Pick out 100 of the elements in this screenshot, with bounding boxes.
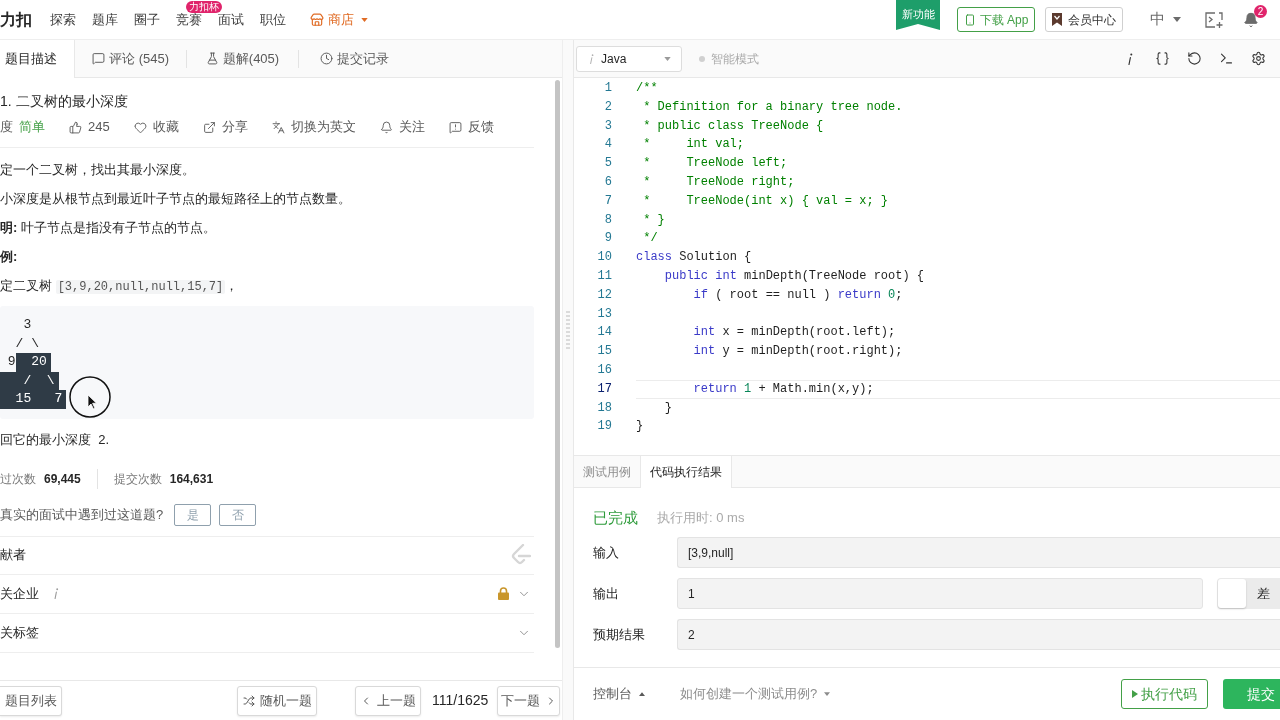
undo-icon[interactable] — [1187, 51, 1202, 66]
code-line: * TreeNode left; — [643, 155, 788, 173]
download-app-button[interactable]: 下载 App — [957, 7, 1035, 32]
console-toggle[interactable]: 控制台 — [593, 684, 645, 704]
feedback-button[interactable]: 反馈 — [448, 117, 494, 137]
terminal-icon[interactable] — [1219, 51, 1234, 66]
logo-icon — [511, 544, 531, 566]
help-link[interactable]: 如何创建一个测试用例? — [680, 684, 831, 704]
nav-link[interactable]: 题库 — [92, 9, 118, 30]
code-line: * Definition for a binary tree node. — [643, 98, 903, 116]
code-line: * } — [643, 211, 665, 229]
favorite-button[interactable]: 收藏 — [133, 117, 179, 137]
line-number: 16 — [596, 361, 612, 379]
section-title[interactable]: 关标签 — [0, 622, 39, 643]
line-number: 11 — [596, 267, 612, 285]
line-number: 9 — [603, 230, 612, 248]
runtime-text: 执行用时: 0 ms — [657, 509, 745, 528]
paragraph: 定一个二叉树，找出其最小深度。 — [0, 161, 196, 179]
code-line: /** — [636, 80, 658, 97]
vip-center-button[interactable]: 会员中心 — [1045, 7, 1123, 32]
random-problem-button[interactable]: 随机一题 — [237, 685, 317, 716]
translate-button[interactable]: 切换为英文 — [271, 117, 356, 137]
scrollbar[interactable] — [555, 80, 560, 648]
run-code-button[interactable]: 执行代码 — [1121, 679, 1208, 709]
code-text: 20 — [15, 353, 51, 372]
tab[interactable]: 代码执行结果 — [640, 456, 732, 488]
code-text: 9 — [7, 353, 16, 371]
code-line: * TreeNode right; — [643, 174, 795, 191]
stat-label: 提交次数 — [113, 470, 162, 488]
line-number: 6 — [603, 174, 612, 191]
terminal-plus-icon[interactable] — [1205, 11, 1223, 28]
paragraph: 回它的最小深度 2. — [0, 430, 111, 449]
caret-down-icon — [361, 17, 368, 22]
problem-title: 1. 二叉树的最小深度 — [0, 92, 129, 111]
line-number: 13 — [596, 305, 612, 323]
next-problem-button[interactable]: 下一题 — [497, 685, 561, 716]
flask-icon — [205, 52, 219, 65]
shuffle-icon — [242, 694, 255, 707]
braces-icon[interactable] — [1155, 51, 1170, 66]
clock-icon — [320, 52, 333, 65]
run-status: 已完成 — [593, 507, 638, 528]
previous-problem-button[interactable]: 上一题 — [355, 685, 421, 716]
bookmark-icon — [1052, 13, 1062, 26]
tab[interactable]: 题目描述 — [0, 40, 75, 78]
result-field: 1 — [677, 578, 1203, 609]
code-line: class Solution { — [636, 249, 752, 267]
heart-icon — [133, 120, 147, 134]
language-menu-button[interactable]: 中 — [1150, 8, 1181, 31]
line-number: 2 — [603, 98, 612, 116]
problem-list-button[interactable]: 题目列表 — [0, 685, 62, 716]
nav-link[interactable]: 商店 — [310, 9, 368, 30]
line-number: 1 — [603, 80, 612, 97]
paragraph: 小深度是从根节点到最近叶子节点的最短路径上的节点数量。 — [0, 190, 352, 208]
bell-icon — [379, 120, 393, 134]
section-title[interactable]: 献者 — [0, 545, 26, 565]
problem-counter: 111/1625 — [432, 691, 489, 710]
like-button[interactable]: 245 — [69, 117, 110, 137]
code-line: if ( root == null ) return 0; — [693, 286, 903, 304]
difficulty-level: 简单 — [19, 118, 45, 137]
line-number: 14 — [596, 324, 612, 342]
nav-link[interactable]: 探索 — [50, 9, 76, 30]
code-text: / \ — [0, 371, 59, 390]
tab[interactable]: 提交记录 — [299, 40, 410, 77]
caret-down-icon — [824, 692, 831, 696]
logo-text[interactable]: 力扣 — [0, 7, 32, 32]
line-number: 18 — [596, 399, 612, 417]
share-icon — [202, 120, 216, 134]
caret-down-icon — [664, 56, 671, 61]
settings-icon[interactable] — [1251, 51, 1266, 66]
code-line: return 1 + Math.min(x,y); — [693, 380, 874, 398]
diff-switch[interactable]: 差 — [1217, 578, 1280, 609]
code-line: */ — [643, 230, 658, 248]
nav-link[interactable]: 职位 — [260, 9, 286, 30]
speech-bubble-icon — [92, 52, 105, 65]
language-select[interactable]: Java — [576, 45, 682, 72]
lock-icon — [498, 587, 509, 600]
result-label: 预期结果 — [593, 625, 646, 644]
phone-icon — [963, 13, 976, 26]
feedback-icon — [448, 120, 462, 134]
follow-button[interactable]: 关注 — [379, 117, 425, 137]
line-number: 4 — [603, 136, 612, 154]
info-icon[interactable] — [1127, 52, 1133, 65]
code-line: } — [664, 399, 672, 417]
play-icon — [1132, 690, 1138, 698]
share-button[interactable]: 分享 — [202, 117, 248, 137]
section-title[interactable]: 关企业 — [0, 583, 39, 604]
shop-icon — [310, 12, 324, 27]
line-number: 7 — [603, 192, 612, 210]
result-field: [3,9,null] — [677, 537, 1280, 568]
code-line: * TreeNode(int x) { val = x; } — [643, 192, 889, 210]
line-number: 3 — [603, 117, 612, 135]
stat-value: 69,445 — [44, 470, 81, 488]
tab[interactable]: 题解(405) — [187, 40, 298, 77]
line-number: 10 — [596, 249, 612, 267]
line-number: 8 — [603, 211, 612, 229]
stat-value: 164,631 — [169, 470, 214, 488]
tab[interactable]: 评论 (545) — [75, 40, 186, 77]
bell-icon[interactable] — [1243, 11, 1259, 28]
nav-link[interactable]: 圈子 — [134, 9, 160, 30]
notification-badge: 2 — [1254, 4, 1267, 18]
